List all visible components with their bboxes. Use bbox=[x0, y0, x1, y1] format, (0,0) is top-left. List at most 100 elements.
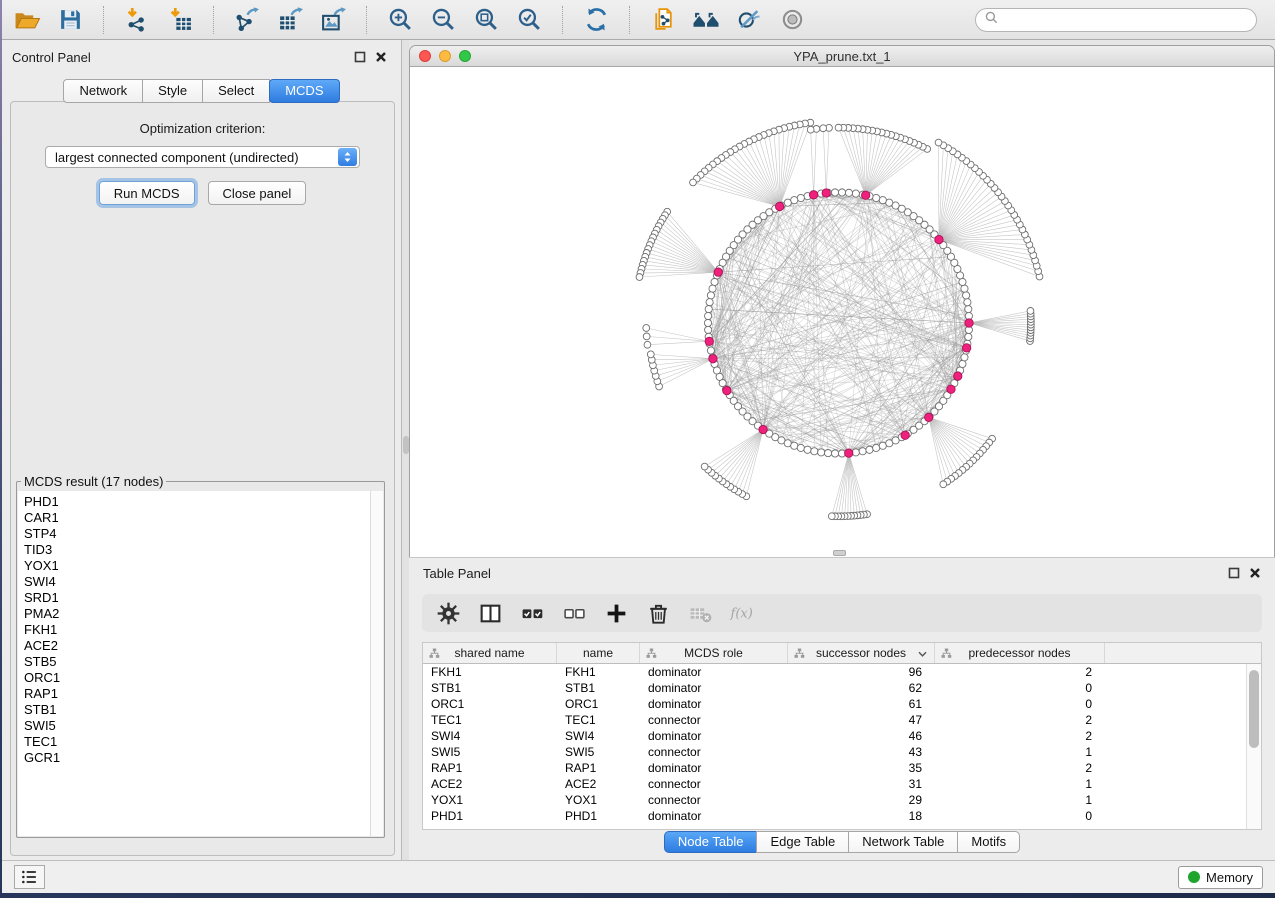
search-box[interactable] bbox=[975, 8, 1257, 32]
table-row[interactable]: ACE2ACE2connector311 bbox=[423, 776, 1246, 792]
hide-glasses-icon[interactable] bbox=[734, 5, 764, 35]
zoom-fit-icon[interactable] bbox=[471, 5, 501, 35]
mcds-result-item[interactable]: SWI5 bbox=[24, 718, 383, 734]
add-icon[interactable] bbox=[603, 600, 629, 626]
mcds-result-item[interactable]: FKH1 bbox=[24, 622, 383, 638]
table-row[interactable]: SWI4SWI4dominator462 bbox=[423, 728, 1246, 744]
table-row[interactable]: SWI5SWI5connector431 bbox=[423, 744, 1246, 760]
float-table-panel-icon[interactable] bbox=[1228, 567, 1240, 579]
refresh-icon[interactable] bbox=[581, 5, 611, 35]
table-row[interactable]: ORC1ORC1dominator610 bbox=[423, 696, 1246, 712]
run-mcds-button[interactable]: Run MCDS bbox=[99, 181, 195, 205]
table-cell: TEC1 bbox=[557, 712, 640, 728]
column-header-successor-nodes[interactable]: successor nodes bbox=[788, 643, 935, 663]
close-table-panel-icon[interactable] bbox=[1249, 567, 1261, 579]
close-panel-button[interactable]: Close panel bbox=[208, 181, 307, 205]
export-network-icon[interactable] bbox=[232, 5, 262, 35]
zoom-out-icon[interactable] bbox=[428, 5, 458, 35]
table-row[interactable]: PHD1PHD1dominator180 bbox=[423, 808, 1246, 824]
table-cell: connector bbox=[640, 712, 788, 728]
mcds-result-item[interactable]: STB5 bbox=[24, 654, 383, 670]
export-table-icon[interactable] bbox=[275, 5, 305, 35]
table-scrollbar-thumb[interactable] bbox=[1249, 670, 1259, 748]
export-image-icon[interactable] bbox=[318, 5, 348, 35]
mcds-result-item[interactable]: ORC1 bbox=[24, 670, 383, 686]
clear-selection-icon[interactable] bbox=[561, 600, 587, 626]
table-cell-filler bbox=[1105, 744, 1246, 760]
criterion-select[interactable]: largest connected component (undirected) bbox=[45, 146, 360, 168]
delete-icon[interactable] bbox=[645, 600, 671, 626]
tab-style[interactable]: Style bbox=[142, 79, 203, 103]
tab-select[interactable]: Select bbox=[202, 79, 270, 103]
search-icon bbox=[985, 11, 998, 29]
mcds-result-item[interactable]: SWI4 bbox=[24, 574, 383, 590]
mcds-result-item[interactable]: STB1 bbox=[24, 702, 383, 718]
zoom-in-icon[interactable] bbox=[385, 5, 415, 35]
fx-icon: f(x) bbox=[729, 600, 755, 626]
memory-status-icon bbox=[1188, 871, 1200, 883]
tab-network[interactable]: Network bbox=[63, 79, 143, 103]
tab-mcds[interactable]: MCDS bbox=[269, 79, 339, 103]
tab-network-table[interactable]: Network Table bbox=[848, 831, 958, 853]
show-eye-icon[interactable] bbox=[777, 5, 807, 35]
mcds-list-scrollbar[interactable] bbox=[370, 491, 383, 836]
memory-button[interactable]: Memory bbox=[1178, 866, 1263, 889]
node-table: shared namenameMCDS rolesuccessor nodesp… bbox=[422, 642, 1262, 830]
mcds-result-item[interactable]: GCR1 bbox=[24, 750, 383, 766]
node-table-header: shared namenameMCDS rolesuccessor nodesp… bbox=[423, 643, 1261, 664]
control-panel: Control Panel NetworkStyleSelectMCDS Opt… bbox=[2, 40, 401, 860]
column-header-predecessor-nodes[interactable]: predecessor nodes bbox=[935, 643, 1105, 663]
table-row[interactable]: YOX1YOX1connector291 bbox=[423, 792, 1246, 808]
mcds-result-item[interactable]: STP4 bbox=[24, 526, 383, 542]
columns-icon[interactable] bbox=[477, 600, 503, 626]
mcds-tab-content: Optimization criterion: largest connecte… bbox=[10, 101, 395, 856]
mcds-result-item[interactable]: ACE2 bbox=[24, 638, 383, 654]
column-header-shared-name[interactable]: shared name bbox=[423, 643, 557, 663]
save-session-icon[interactable] bbox=[55, 5, 85, 35]
table-cell: RAP1 bbox=[423, 760, 557, 776]
canvas-scroll-handle[interactable] bbox=[833, 550, 846, 556]
clone-network-icon[interactable] bbox=[648, 5, 678, 35]
table-row[interactable]: TEC1TEC1connector472 bbox=[423, 712, 1246, 728]
table-cell: connector bbox=[640, 792, 788, 808]
gear-icon[interactable] bbox=[435, 600, 461, 626]
mcds-result-item[interactable]: SRD1 bbox=[24, 590, 383, 606]
splitter-handle[interactable] bbox=[403, 436, 409, 454]
table-cell: 18 bbox=[788, 808, 935, 824]
tab-edge-table[interactable]: Edge Table bbox=[756, 831, 849, 853]
open-session-icon[interactable] bbox=[12, 5, 42, 35]
mcds-result-item[interactable]: CAR1 bbox=[24, 510, 383, 526]
import-table-icon[interactable] bbox=[165, 5, 195, 35]
mcds-result-item[interactable]: RAP1 bbox=[24, 686, 383, 702]
toolbar-separator bbox=[629, 6, 630, 34]
task-history-button[interactable] bbox=[14, 865, 45, 889]
tab-node-table[interactable]: Node Table bbox=[664, 831, 758, 853]
table-cell-filler bbox=[1105, 760, 1246, 776]
float-panel-icon[interactable] bbox=[354, 51, 366, 63]
close-panel-icon[interactable] bbox=[375, 51, 387, 63]
column-header-name[interactable]: name bbox=[557, 643, 640, 663]
search-input[interactable] bbox=[1003, 11, 1256, 29]
network-window-titlebar[interactable]: YPA_prune.txt_1 bbox=[410, 46, 1274, 67]
table-row[interactable]: RAP1RAP1dominator352 bbox=[423, 760, 1246, 776]
mcds-result-item[interactable]: PMA2 bbox=[24, 606, 383, 622]
table-cell: 62 bbox=[788, 680, 935, 696]
column-header-MCDS-role[interactable]: MCDS role bbox=[640, 643, 788, 663]
mcds-result-item[interactable]: TEC1 bbox=[24, 734, 383, 750]
table-row[interactable]: FKH1FKH1dominator962 bbox=[423, 664, 1246, 680]
mcds-result-item[interactable]: YOX1 bbox=[24, 558, 383, 574]
table-cell-filler bbox=[1105, 792, 1246, 808]
status-bar: Memory bbox=[2, 860, 1275, 893]
mcds-result-item[interactable]: PHD1 bbox=[24, 494, 383, 510]
network-canvas[interactable] bbox=[410, 67, 1274, 557]
tab-motifs[interactable]: Motifs bbox=[957, 831, 1020, 853]
table-row[interactable]: STB1STB1dominator620 bbox=[423, 680, 1246, 696]
network-graph[interactable] bbox=[410, 67, 1274, 557]
zoom-selected-icon[interactable] bbox=[514, 5, 544, 35]
select-all-icon[interactable] bbox=[519, 600, 545, 626]
vertical-splitter[interactable] bbox=[401, 40, 409, 860]
search-window-icon[interactable] bbox=[691, 5, 721, 35]
mcds-result-item[interactable]: TID3 bbox=[24, 542, 383, 558]
table-scrollbar[interactable] bbox=[1246, 664, 1261, 829]
import-network-icon[interactable] bbox=[122, 5, 152, 35]
